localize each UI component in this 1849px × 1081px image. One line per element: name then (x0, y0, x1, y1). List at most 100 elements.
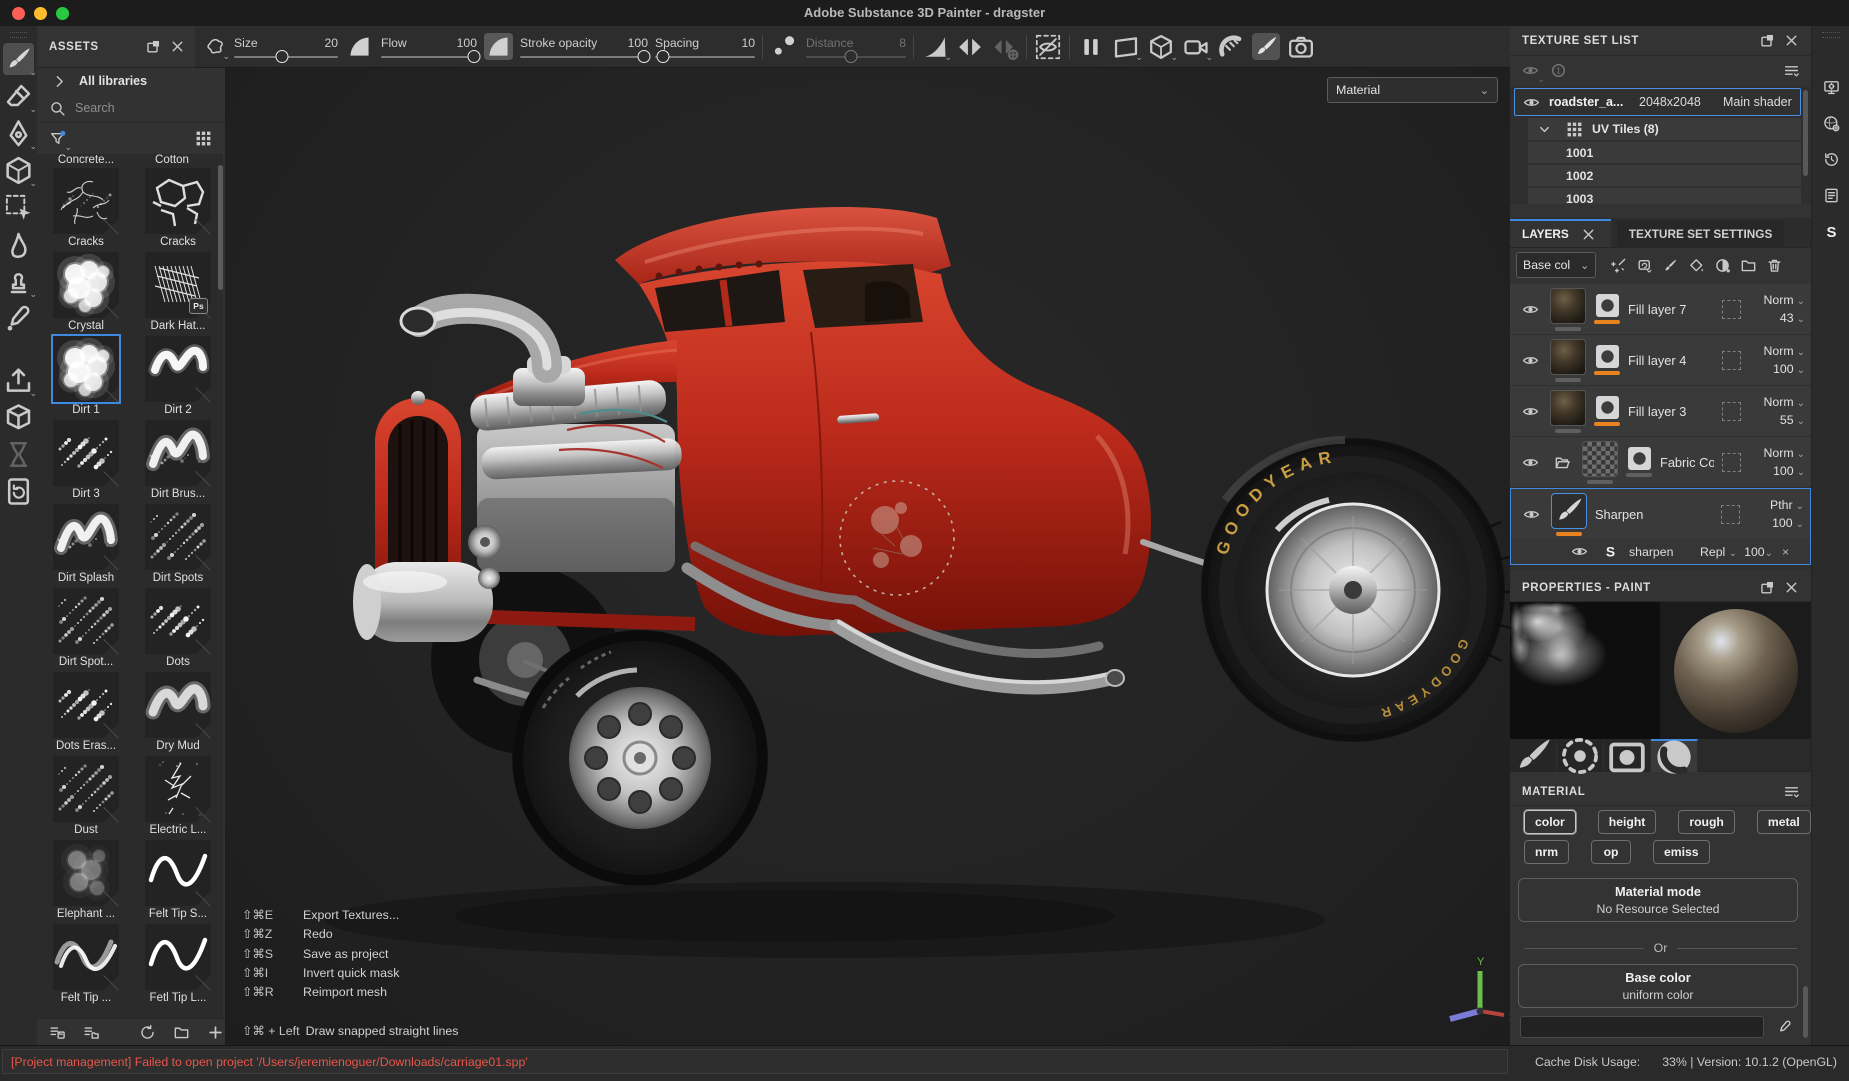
stencil-tab-tab[interactable] (1604, 739, 1651, 772)
navigation-gizmo[interactable]: Y x (1440, 953, 1510, 1033)
asset-thumbnail[interactable] (53, 504, 119, 570)
smudge-tool[interactable] (3, 228, 34, 260)
asset-thumbnail[interactable] (145, 588, 211, 654)
fill-layer-thumbnail[interactable] (1550, 288, 1586, 324)
asset-item[interactable]: Electric L... (135, 756, 221, 840)
paint-tool[interactable] (3, 43, 34, 75)
history-icon[interactable] (1816, 144, 1846, 174)
asset-item[interactable]: Dirt 2 (135, 336, 221, 420)
asset-thumbnail[interactable] (53, 168, 119, 234)
asset-thumbnail[interactable] (53, 336, 119, 402)
uv-tile-row[interactable]: 1002 (1528, 165, 1801, 186)
asset-thumbnail[interactable] (53, 840, 119, 906)
material-tab-tab[interactable] (1651, 739, 1698, 772)
instantiate-icon[interactable] (1632, 253, 1656, 277)
filter-rows-icon[interactable] (1779, 780, 1803, 804)
export-textures-button[interactable] (3, 364, 34, 396)
paint-tool-icon[interactable] (1252, 33, 1280, 60)
channel-filter-dropdown[interactable]: Base col⌄ (1516, 252, 1596, 278)
brush-preset-icon[interactable] (203, 35, 227, 59)
mask-thumbnail[interactable] (1596, 294, 1619, 317)
slider-handle[interactable] (657, 50, 670, 63)
lazy-mouse-icon[interactable] (1217, 33, 1245, 60)
popout-icon[interactable] (1755, 29, 1779, 53)
pressure-toggle[interactable] (345, 33, 374, 60)
add-paint-layer-icon[interactable] (1658, 253, 1682, 277)
asset-item[interactable]: Cracks (43, 168, 129, 252)
blend-mode[interactable]: Norm⌄ (1764, 344, 1805, 358)
uv-tiles-row[interactable]: UV Tiles (8) (1528, 118, 1801, 140)
uv-tile-row[interactable]: 1003 (1528, 188, 1801, 204)
eyedropper-icon[interactable] (1772, 1015, 1796, 1039)
blend-mode[interactable]: Pthr⌄ (1770, 498, 1804, 512)
material-sphere-preview[interactable] (1660, 602, 1811, 739)
popout-icon[interactable] (1755, 576, 1779, 600)
fill-layer-thumbnail[interactable] (1550, 339, 1586, 375)
close-icon[interactable] (1779, 576, 1803, 600)
chevron-down-icon[interactable] (1532, 117, 1556, 141)
add-asset-icon[interactable] (203, 1020, 225, 1044)
eye-icon[interactable] (1518, 450, 1542, 474)
channel-metal-button[interactable]: metal (1757, 810, 1811, 834)
channel-rough-button[interactable]: rough (1678, 810, 1735, 834)
search-input[interactable] (73, 100, 187, 116)
slider-size[interactable]: Size20 (234, 29, 338, 65)
blend-mode[interactable]: Norm⌄ (1764, 293, 1805, 307)
eye-icon[interactable] (1518, 348, 1542, 372)
asset-item[interactable]: Cracks (135, 168, 221, 252)
delete-layer-icon[interactable] (1762, 253, 1786, 277)
bake-button[interactable] (3, 401, 34, 433)
substance-icon[interactable]: S (1816, 216, 1846, 246)
spacing-dots-toggle[interactable] (770, 33, 799, 60)
asset-item[interactable]: Dirt Splash (43, 504, 129, 588)
grid9-icon[interactable] (191, 126, 215, 150)
grayscale-texture-preview[interactable] (1510, 602, 1660, 739)
asset-thumbnail[interactable] (145, 672, 211, 738)
slider-distance[interactable]: Distance8 (806, 29, 906, 65)
eraser-tool[interactable] (3, 80, 34, 112)
symmetry-icon[interactable] (956, 33, 984, 60)
asset-thumbnail[interactable] (145, 840, 211, 906)
panel-grip[interactable] (10, 32, 27, 38)
asset-item[interactable]: Dirt Spots (135, 504, 221, 588)
opacity-value[interactable]: 100⌄ (1772, 516, 1804, 530)
eye-icon[interactable] (1518, 297, 1542, 321)
screenshot-icon[interactable] (1287, 33, 1315, 60)
shader-settings-icon[interactable] (1816, 108, 1846, 138)
add-smart-mask-icon[interactable] (1710, 253, 1734, 277)
asset-item[interactable]: Dirt Spot... (43, 588, 129, 672)
asset-item[interactable]: Crystal (43, 252, 129, 336)
blend-mode[interactable]: Norm⌄ (1764, 395, 1805, 409)
asset-item[interactable]: PsDark Hat... (135, 252, 221, 336)
pause-engine-icon[interactable] (1077, 33, 1105, 60)
opacity-value[interactable]: 43⌄ (1780, 311, 1805, 325)
asset-item[interactable]: Felt Tip S... (135, 840, 221, 924)
layer-row[interactable]: Fill layer 4Norm⌄100⌄ (1510, 335, 1811, 385)
eye-icon[interactable] (1519, 502, 1543, 526)
tab-texture-set-settings[interactable]: TEXTURE SET SETTINGS (1617, 221, 1785, 247)
geometry-mask-tool[interactable] (3, 154, 34, 186)
asset-thumbnail[interactable] (145, 924, 211, 990)
close-icon[interactable] (1779, 29, 1803, 53)
asset-thumbnail[interactable] (53, 756, 119, 822)
export-assets-icon[interactable] (45, 1020, 69, 1044)
stencil-visibility-icon[interactable] (1034, 33, 1062, 60)
eye-icon[interactable] (1567, 540, 1591, 564)
asset-thumbnail[interactable] (145, 504, 211, 570)
slider-spacing[interactable]: Spacing10 (655, 29, 755, 65)
asset-thumbnail[interactable] (53, 588, 119, 654)
asset-thumbnail[interactable]: Ps (145, 252, 211, 318)
view-2d-icon[interactable] (1112, 33, 1140, 60)
layer-effect-row[interactable]: SsharpenRepl ⌄100⌄× (1511, 539, 1810, 564)
clone-tool[interactable] (3, 265, 34, 297)
layer-row[interactable]: Fill layer 7Norm⌄43⌄ (1510, 284, 1811, 334)
properties-scrollbar[interactable] (1803, 986, 1808, 1038)
asset-thumbnail[interactable] (145, 420, 211, 486)
effect-blend-mode[interactable]: Repl ⌄ (1700, 545, 1737, 559)
remove-effect-button[interactable]: × (1782, 545, 1789, 559)
asset-thumbnail[interactable] (145, 168, 211, 234)
asset-item[interactable]: Dirt 3 (43, 420, 129, 504)
eye-icon[interactable] (1518, 58, 1542, 82)
tab-layers[interactable]: LAYERS (1510, 219, 1611, 247)
eye-icon[interactable] (1519, 90, 1543, 114)
